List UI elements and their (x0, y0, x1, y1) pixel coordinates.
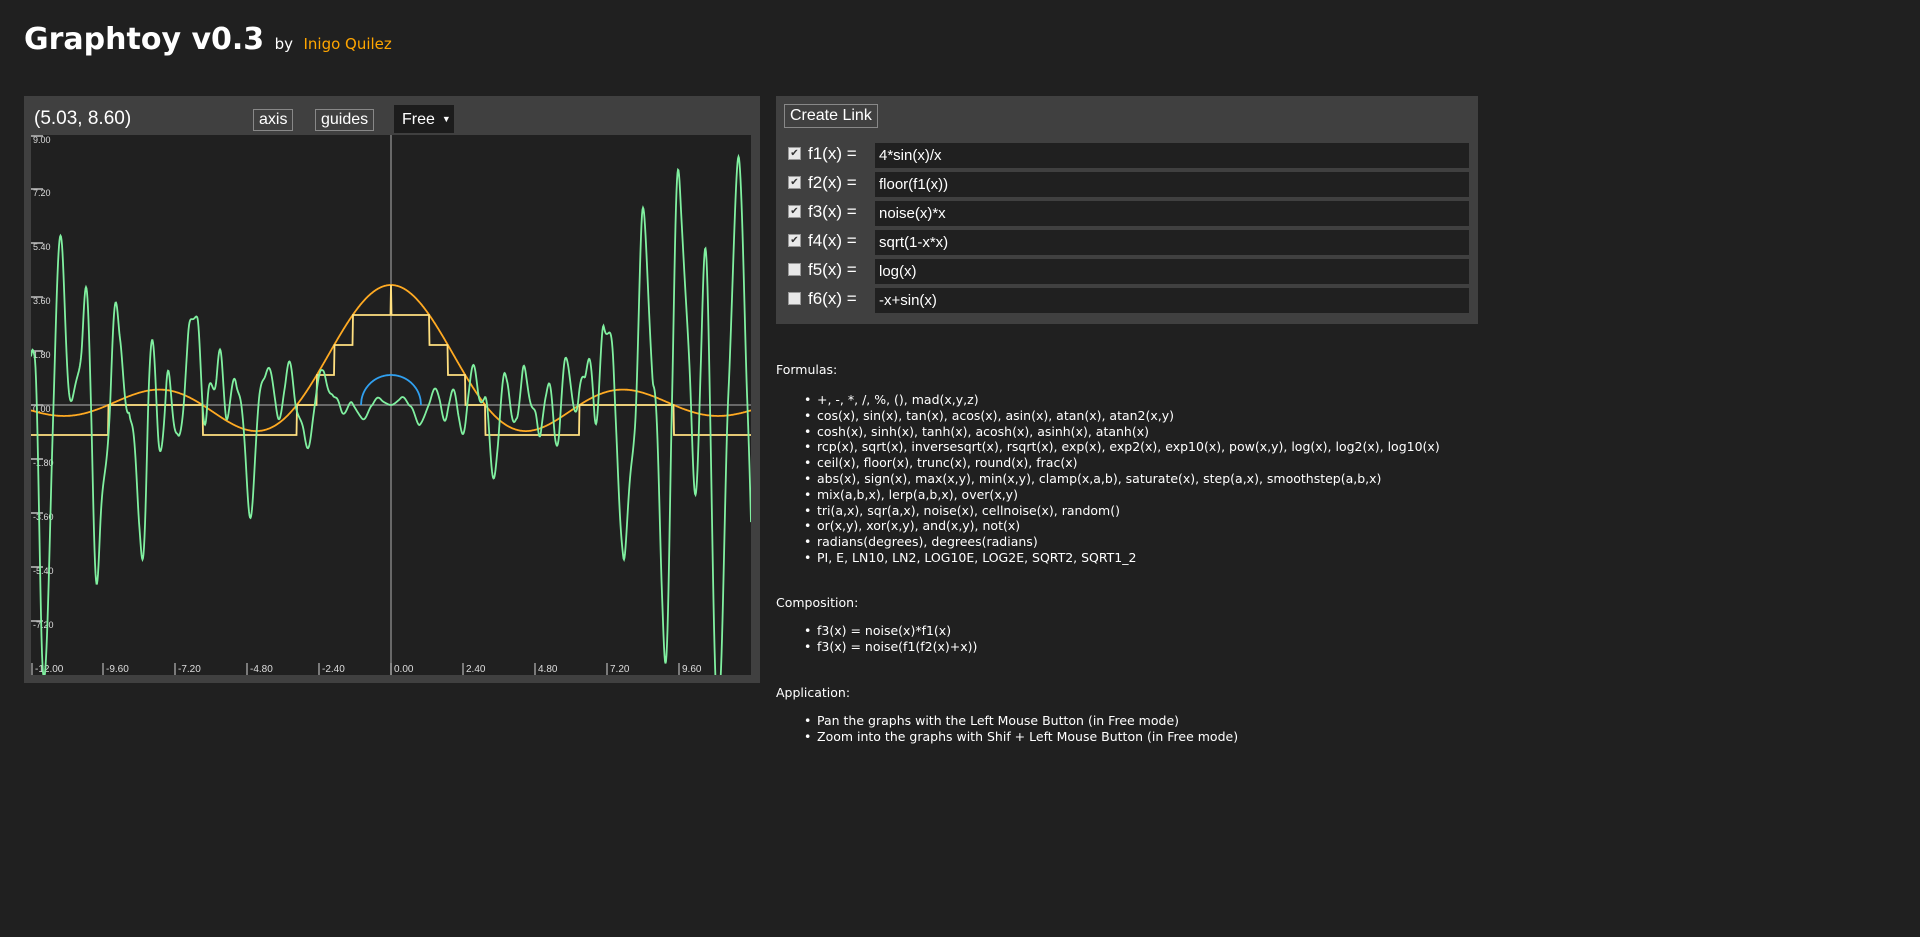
x-tick-label: -9.60 (106, 664, 129, 675)
list-item: PI, E, LN10, LN2, LOG10E, LOG2E, SQRT2, … (804, 550, 1136, 565)
function-input-f3[interactable]: noise(x)*x (875, 201, 1469, 226)
y-tick-label: 5.40 (33, 242, 51, 252)
cursor-coordinates: (5.03, 8.60) (34, 108, 132, 129)
y-tick-label: -5.40 (33, 566, 54, 576)
y-tick-label: -7.20 (33, 620, 54, 630)
function-row-f4: ✔ f4(x) = sqrt(1-x*x) (776, 230, 1478, 255)
function-row-f2: ✔ f2(x) = floor(f1(x)) (776, 172, 1478, 197)
function-row-f6: f6(x) = -x+sin(x) (776, 288, 1478, 313)
list-item: +, -, *, /, %, (), mad(x,y,z) (804, 392, 979, 407)
function-label: f3(x) = (808, 202, 857, 221)
function-row-f3: ✔ f3(x) = noise(x)*x (776, 201, 1478, 226)
application-heading: Application: (776, 685, 851, 700)
y-tick-label: 7.20 (33, 188, 51, 198)
function-input-f2[interactable]: floor(f1(x)) (875, 172, 1469, 197)
chevron-down-icon: ▼ (441, 114, 451, 124)
function-input-f5[interactable]: log(x) (875, 259, 1469, 284)
axis-button[interactable]: axis (253, 109, 294, 131)
x-tick-label: -7.20 (178, 664, 201, 675)
enable-checkbox-f4[interactable]: ✔ (788, 234, 801, 247)
function-input-f6[interactable]: -x+sin(x) (875, 288, 1469, 313)
function-input-f1[interactable]: 4*sin(x)/x (875, 143, 1469, 168)
enable-checkbox-f2[interactable]: ✔ (788, 176, 801, 189)
formulas-heading: Formulas: (776, 362, 838, 377)
x-tick-label: 4.80 (538, 664, 558, 675)
list-item: Pan the graphs with the Left Mouse Butto… (804, 713, 1179, 728)
enable-checkbox-f6[interactable] (788, 292, 801, 305)
page-title: Graphtoy v0.3 by Inigo Quilez (24, 22, 392, 57)
function-label: f2(x) = (808, 173, 857, 192)
y-tick-label: 3.60 (33, 296, 51, 306)
x-tick-label: 0.00 (394, 664, 414, 675)
x-tick-label: -4.80 (250, 664, 273, 675)
function-label: f4(x) = (808, 231, 857, 250)
enable-checkbox-f1[interactable]: ✔ (788, 147, 801, 160)
list-item: radians(degrees), degrees(radians) (804, 534, 1038, 549)
create-link-button[interactable]: Create Link (784, 104, 878, 128)
list-item: mix(a,b,x), lerp(a,b,x), over(x,y) (804, 487, 1018, 502)
enable-checkbox-f5[interactable] (788, 263, 801, 276)
author-link[interactable]: Inigo Quilez (303, 35, 391, 53)
list-item: rcp(x), sqrt(x), inversesqrt(x), rsqrt(x… (804, 439, 1440, 454)
function-row-f1: ✔ f1(x) = 4*sin(x)/x (776, 143, 1478, 168)
guides-button[interactable]: guides (315, 109, 375, 131)
x-tick-label: -2.40 (322, 664, 345, 675)
function-label: f6(x) = (808, 289, 857, 308)
list-item: or(x,y), xor(x,y), and(x,y), not(x) (804, 518, 1020, 533)
list-item: f3(x) = noise(x)*f1(x) (804, 623, 951, 638)
x-tick-label: 9.60 (682, 664, 702, 675)
composition-heading: Composition: (776, 595, 859, 610)
function-input-f4[interactable]: sqrt(1-x*x) (875, 230, 1469, 255)
function-label: f5(x) = (808, 260, 857, 279)
list-item: cos(x), sin(x), tan(x), acos(x), asin(x)… (804, 408, 1174, 423)
x-tick-label: -12.00 (35, 664, 64, 675)
list-item: ceil(x), floor(x), trunc(x), round(x), f… (804, 455, 1078, 470)
list-item: f3(x) = noise(f1(f2(x)+x)) (804, 639, 977, 654)
by-text: by (274, 35, 294, 53)
list-item: abs(x), sign(x), max(x,y), min(x,y), cla… (804, 471, 1381, 486)
graph-panel: (5.03, 8.60) axis guides Free ▼ 9.00 7.20 5… (24, 96, 760, 683)
mode-select[interactable]: Free ▼ (394, 105, 454, 133)
mode-value: Free (402, 111, 435, 128)
x-tick-label: 2.40 (466, 664, 486, 675)
x-tick-label: 7.20 (610, 664, 630, 675)
graph-canvas[interactable]: 9.007.205.403.601.800.00-1.80-3.60-5.40-… (31, 135, 751, 675)
list-item: Zoom into the graphs with Shif + Left Mo… (804, 729, 1238, 744)
function-row-f5: f5(x) = log(x) (776, 259, 1478, 284)
list-item: tri(a,x), sqr(a,x), noise(x), cellnoise(… (804, 503, 1120, 518)
y-tick-label: 9.00 (33, 135, 51, 145)
list-item: cosh(x), sinh(x), tanh(x), acosh(x), asi… (804, 424, 1149, 439)
function-label: f1(x) = (808, 144, 857, 163)
app-title: Graphtoy v0.3 (24, 22, 265, 57)
enable-checkbox-f3[interactable]: ✔ (788, 205, 801, 218)
y-tick-label: -1.80 (33, 458, 54, 468)
function-editor: Create Link ✔ f1(x) = 4*sin(x)/x ✔ f2(x) … (776, 96, 1478, 324)
